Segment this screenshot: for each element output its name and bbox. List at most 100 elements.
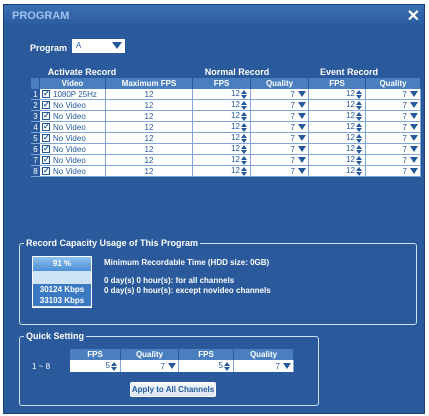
quick-setting-title: Quick Setting xyxy=(24,331,87,341)
video-cell[interactable]: No Video xyxy=(40,155,106,166)
normal-fps-stepper[interactable]: 12 xyxy=(193,144,251,155)
checkbox[interactable] xyxy=(42,133,50,143)
event-fps-stepper[interactable]: 12 xyxy=(309,144,366,155)
normal-fps-stepper[interactable]: 12 xyxy=(193,122,251,133)
quick-setting-table: FPS Quality FPS Quality 1 ~ 8 5 7 5 7 xyxy=(30,349,294,372)
spin-arrows-icon[interactable] xyxy=(356,155,363,165)
group-event-record: Event Record xyxy=(319,67,379,77)
chevron-down-icon xyxy=(168,363,176,370)
spin-arrows-icon[interactable] xyxy=(356,166,363,176)
spin-arrows-icon[interactable] xyxy=(241,111,248,121)
spin-arrows-icon[interactable] xyxy=(224,361,231,371)
spin-arrows-icon[interactable] xyxy=(356,144,363,154)
quick-normal-quality-select[interactable]: 7 xyxy=(121,360,179,372)
col-normal-quality: Quality xyxy=(251,78,309,89)
dialog-title: PROGRAM xyxy=(12,10,70,22)
event-quality-select[interactable]: 7 xyxy=(366,144,421,155)
spin-arrows-icon[interactable] xyxy=(241,155,248,165)
event-fps-stepper[interactable]: 12 xyxy=(309,111,366,122)
spin-arrows-icon[interactable] xyxy=(241,122,248,132)
normal-quality-select[interactable]: 7 xyxy=(251,89,309,100)
channel-number: 4 xyxy=(31,122,40,133)
program-select[interactable]: A xyxy=(72,39,125,53)
max-fps-cell: 12 xyxy=(106,155,193,166)
normal-fps-stepper[interactable]: 12 xyxy=(193,155,251,166)
quick-col-event-fps: FPS xyxy=(179,349,234,360)
normal-fps-stepper[interactable]: 12 xyxy=(193,89,251,100)
col-normal-fps: FPS xyxy=(193,78,251,89)
checkbox[interactable] xyxy=(42,89,50,99)
chevron-down-icon xyxy=(410,113,418,120)
checkbox[interactable] xyxy=(42,100,50,110)
checkbox[interactable] xyxy=(42,155,50,165)
event-fps-stepper[interactable]: 12 xyxy=(309,166,366,177)
spin-arrows-icon[interactable] xyxy=(241,100,248,110)
normal-quality-select[interactable]: 7 xyxy=(251,122,309,133)
video-cell[interactable]: No Video xyxy=(40,166,106,177)
spin-arrows-icon[interactable] xyxy=(241,166,248,176)
event-quality-select[interactable]: 7 xyxy=(366,133,421,144)
event-quality-select[interactable]: 7 xyxy=(366,100,421,111)
event-quality-select[interactable]: 7 xyxy=(366,89,421,100)
normal-quality-select[interactable]: 7 xyxy=(251,111,309,122)
event-fps-stepper[interactable]: 12 xyxy=(309,100,366,111)
spin-arrows-icon[interactable] xyxy=(241,144,248,154)
group-normal-record: Normal Record xyxy=(204,67,270,77)
normal-quality-select[interactable]: 7 xyxy=(251,155,309,166)
apply-all-channels-button[interactable]: Apply to All Channels xyxy=(130,382,216,397)
checkbox[interactable] xyxy=(42,144,50,154)
channel-number: 7 xyxy=(31,155,40,166)
event-fps-stepper[interactable]: 12 xyxy=(309,89,366,100)
quick-event-quality-select[interactable]: 7 xyxy=(234,360,294,372)
normal-fps-stepper[interactable]: 12 xyxy=(193,111,251,122)
normal-quality-select[interactable]: 7 xyxy=(251,166,309,177)
video-cell[interactable]: No Video xyxy=(40,111,106,122)
quick-event-fps-stepper[interactable]: 5 xyxy=(179,360,234,372)
event-fps-stepper[interactable]: 12 xyxy=(309,155,366,166)
video-cell[interactable]: No Video xyxy=(40,122,106,133)
table-row: 4No Video12127127 xyxy=(31,122,421,133)
spin-arrows-icon[interactable] xyxy=(356,89,363,99)
chevron-down-icon xyxy=(410,102,418,109)
checkbox[interactable] xyxy=(42,122,50,132)
spin-arrows-icon[interactable] xyxy=(111,361,118,371)
checkbox[interactable] xyxy=(42,166,50,176)
quick-normal-fps-stepper[interactable]: 5 xyxy=(70,360,121,372)
close-icon[interactable]: ✕ xyxy=(407,6,420,26)
event-fps-stepper[interactable]: 12 xyxy=(309,122,366,133)
program-dialog: PROGRAM ✕ Program A Activate Record Norm… xyxy=(3,4,425,414)
checkbox[interactable] xyxy=(42,111,50,121)
program-label: Program xyxy=(30,43,68,53)
channel-table-body: 11080P 25Hz121271272No Video121271273No … xyxy=(31,89,421,177)
col-event-quality: Quality xyxy=(366,78,421,89)
video-cell[interactable]: No Video xyxy=(40,144,106,155)
spin-arrows-icon[interactable] xyxy=(241,133,248,143)
normal-quality-select[interactable]: 7 xyxy=(251,133,309,144)
spin-arrows-icon[interactable] xyxy=(356,100,363,110)
max-fps-cell: 12 xyxy=(106,100,193,111)
event-quality-select[interactable]: 7 xyxy=(366,166,421,177)
normal-fps-stepper[interactable]: 12 xyxy=(193,100,251,111)
event-quality-select[interactable]: 7 xyxy=(366,111,421,122)
chevron-down-icon xyxy=(410,168,418,175)
event-quality-select[interactable]: 7 xyxy=(366,155,421,166)
spin-arrows-icon[interactable] xyxy=(241,89,248,99)
channel-table-header: Video Maximum FPS FPS Quality FPS Qualit… xyxy=(31,78,421,89)
video-cell[interactable]: No Video xyxy=(40,133,106,144)
chevron-down-icon xyxy=(298,124,306,131)
normal-quality-select[interactable]: 7 xyxy=(251,144,309,155)
spin-arrows-icon[interactable] xyxy=(356,122,363,132)
normal-quality-select[interactable]: 7 xyxy=(251,100,309,111)
normal-fps-stepper[interactable]: 12 xyxy=(193,166,251,177)
video-cell[interactable]: No Video xyxy=(40,100,106,111)
channel-number: 2 xyxy=(31,100,40,111)
program-select-value: A xyxy=(76,41,82,50)
spin-arrows-icon[interactable] xyxy=(356,133,363,143)
video-cell[interactable]: 1080P 25Hz xyxy=(40,89,106,100)
event-quality-select[interactable]: 7 xyxy=(366,122,421,133)
event-fps-stepper[interactable]: 12 xyxy=(309,133,366,144)
spin-arrows-icon[interactable] xyxy=(356,111,363,121)
capacity-percent: 91 % xyxy=(33,257,91,271)
max-fps-cell: 12 xyxy=(106,166,193,177)
normal-fps-stepper[interactable]: 12 xyxy=(193,133,251,144)
